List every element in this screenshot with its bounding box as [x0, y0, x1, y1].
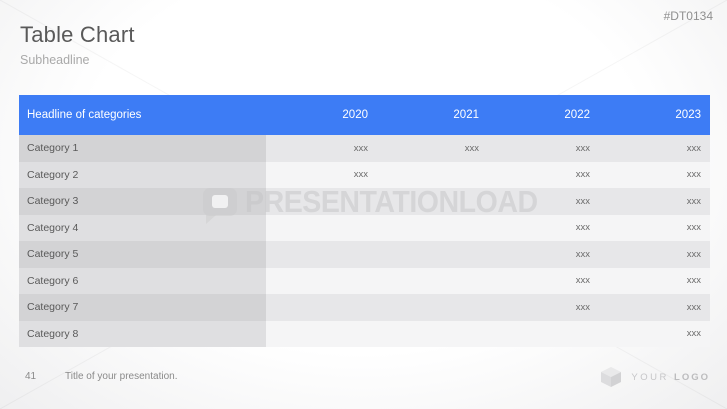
- table-cell: [266, 321, 377, 348]
- table-cell: xxx: [266, 162, 377, 189]
- table-cell: [266, 241, 377, 268]
- table-cell: xxx: [488, 135, 599, 162]
- table-cell: [266, 268, 377, 295]
- table-cell: [266, 294, 377, 321]
- table-row: Category 6 xxx xxx: [19, 268, 710, 295]
- logo-text: YOUR LOGO: [631, 372, 710, 383]
- table-cell: [377, 241, 488, 268]
- table-cell: xxx: [599, 215, 710, 242]
- table-row: Category 7 xxx xxx: [19, 294, 710, 321]
- row-label: Category 1: [19, 135, 266, 162]
- table-cell: [377, 162, 488, 189]
- row-label: Category 4: [19, 215, 266, 242]
- column-header: 2023: [599, 109, 710, 121]
- table-cell: xxx: [488, 294, 599, 321]
- column-header: Headline of categories: [19, 109, 266, 121]
- table-cell: [377, 321, 488, 348]
- footer-text: Title of your presentation.: [65, 371, 177, 382]
- table-cell: [377, 294, 488, 321]
- slide: Table Chart Subheadline #DT0134 Headline…: [0, 0, 727, 409]
- your-logo-placeholder: YOUR LOGO: [600, 366, 710, 388]
- table-cell: [377, 215, 488, 242]
- table-row: Category 3 xxx xxx: [19, 188, 710, 215]
- table-cell: xxx: [599, 241, 710, 268]
- column-header: 2020: [266, 109, 377, 121]
- table-cell: xxx: [266, 135, 377, 162]
- template-code: #DT0134: [664, 9, 713, 23]
- table-cell: [488, 321, 599, 348]
- row-label: Category 6: [19, 268, 266, 295]
- table-cell: xxx: [488, 241, 599, 268]
- table-cell: xxx: [488, 215, 599, 242]
- column-header: 2021: [377, 109, 488, 121]
- table-row: Category 8 xxx: [19, 321, 710, 348]
- row-label: Category 2: [19, 162, 266, 189]
- row-label: Category 8: [19, 321, 266, 348]
- column-header: 2022: [488, 109, 599, 121]
- table-cell: [377, 188, 488, 215]
- table-header-row: Headline of categories 2020 2021 2022 20…: [19, 95, 710, 135]
- page-number: 41: [25, 371, 36, 382]
- table-row: Category 4 xxx xxx: [19, 215, 710, 242]
- row-label: Category 7: [19, 294, 266, 321]
- table-body: Category 1 xxx xxx xxx xxx Category 2 xx…: [19, 135, 710, 347]
- row-label: Category 5: [19, 241, 266, 268]
- table-cell: xxx: [488, 162, 599, 189]
- table-row: Category 1 xxx xxx xxx xxx: [19, 135, 710, 162]
- table-cell: xxx: [599, 162, 710, 189]
- table-cell: xxx: [599, 135, 710, 162]
- page-title: Table Chart: [20, 22, 135, 48]
- data-table: Headline of categories 2020 2021 2022 20…: [19, 95, 710, 347]
- table-cell: xxx: [599, 294, 710, 321]
- table-row: Category 2 xxx xxx xxx: [19, 162, 710, 189]
- table-cell: xxx: [599, 188, 710, 215]
- table-cell: xxx: [377, 135, 488, 162]
- page-subheadline: Subheadline: [20, 53, 90, 67]
- table-cell: xxx: [488, 268, 599, 295]
- table-cell: xxx: [488, 188, 599, 215]
- table-row: Category 5 xxx xxx: [19, 241, 710, 268]
- table-cell: [377, 268, 488, 295]
- row-label: Category 3: [19, 188, 266, 215]
- table-cell: [266, 188, 377, 215]
- table-cell: [266, 215, 377, 242]
- table-cell: xxx: [599, 321, 710, 348]
- cube-logo-icon: [600, 366, 622, 388]
- table-cell: xxx: [599, 268, 710, 295]
